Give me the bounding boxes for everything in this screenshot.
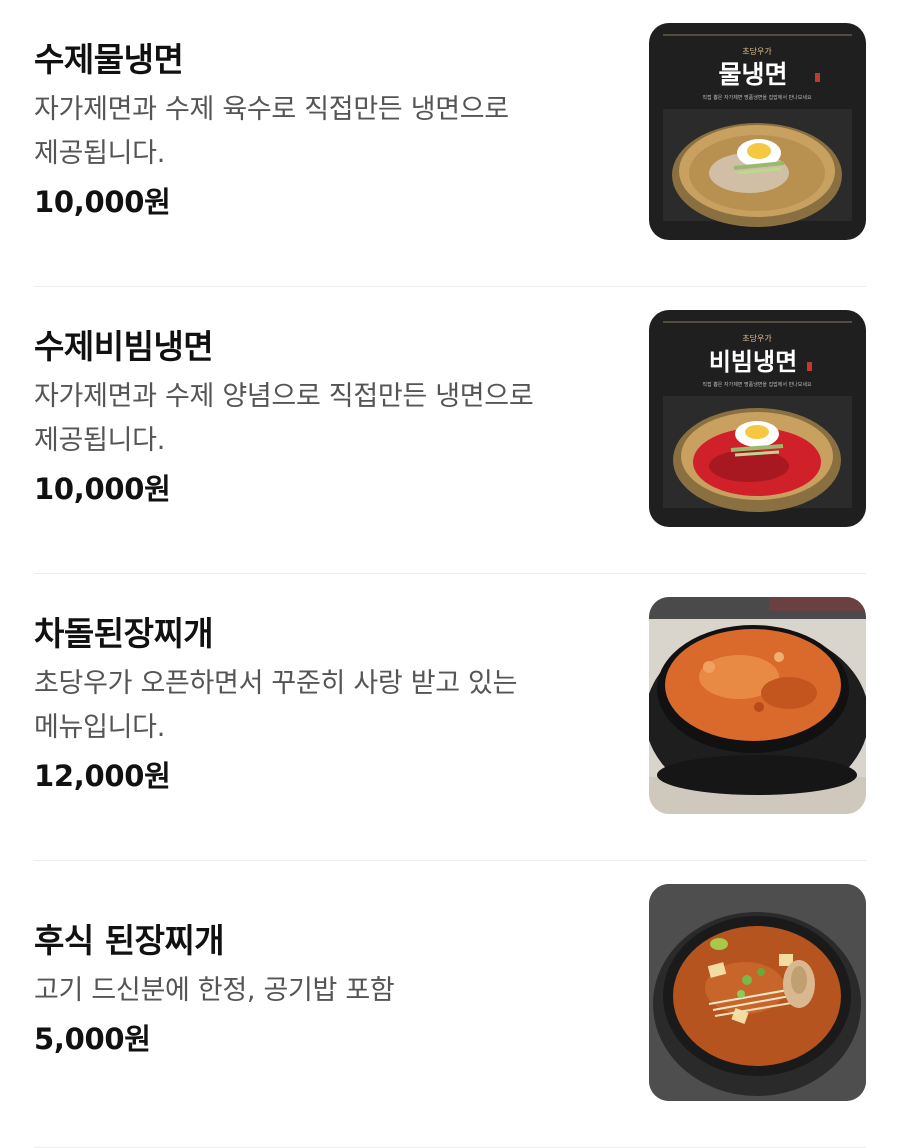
poster-title: 물냉면 [718,60,787,89]
menu-item-description: 자가제면과 수제 육수로 직접만든 냉면으로 제공됩니다. [34,94,509,169]
poster-brand: 초당우가 [742,46,772,56]
menu-item-photo[interactable]: 초당우가 물냉면 직접 뽑은 자가제면 명품냉면을 집밥에서 만나보세요 [649,23,866,240]
menu-item-photo[interactable] [649,597,866,814]
poster-caption: 직접 뽑은 자가제면 명품냉면을 집밥에서 만나보세요 [702,94,812,101]
menu-item-dessert-doenjang-jjigae[interactable]: 후식 된장찌개 고기 드신분에 한정, 공기밥 포함 5,000원 [34,861,866,1148]
menu-item-info: 후식 된장찌개 고기 드신분에 한정, 공기밥 포함 5,000원 [34,919,624,1061]
menu-item-name: 수제물냉면 [34,40,184,79]
menu-item-price: 12,000원 [34,759,171,793]
menu-item-price: 5,000원 [34,1022,151,1056]
menu-item-photo[interactable] [649,884,866,1101]
menu-item-info: 차돌된장찌개 초당우가 오픈하면서 꾸준히 사랑 받고 있는 메뉴입니다. 12… [34,612,624,798]
menu-item-price: 10,000원 [34,472,171,506]
menu-list: 수제물냉면 자가제면과 수제 육수로 직접만든 냉면으로 제공됩니다. 10,0… [0,0,900,1148]
menu-item-naengmyeon[interactable]: 수제물냉면 자가제면과 수제 육수로 직접만든 냉면으로 제공됩니다. 10,0… [34,0,866,287]
menu-item-name: 차돌된장찌개 [34,614,214,653]
menu-item-name: 후식 된장찌개 [34,921,225,960]
menu-item-description: 자가제면과 수제 양념으로 직접만든 냉면으로 제공됩니다. [34,381,534,456]
menu-item-photo[interactable]: 초당우가 비빔냉면 직접 뽑은 자가제면 명품냉면을 집밥에서 만나보세요 [649,310,866,527]
menu-item-info: 수제물냉면 자가제면과 수제 육수로 직접만든 냉면으로 제공됩니다. 10,0… [34,38,624,224]
menu-item-info: 수제비빔냉면 자가제면과 수제 양념으로 직접만든 냉면으로 제공됩니다. 10… [34,325,624,511]
poster-brand: 초당우가 [742,333,772,343]
menu-item-description: 고기 드신분에 한정, 공기밥 포함 [34,975,395,1006]
menu-item-bibim-naengmyeon[interactable]: 수제비빔냉면 자가제면과 수제 양념으로 직접만든 냉면으로 제공됩니다. 10… [34,287,866,574]
menu-item-description: 초당우가 오픈하면서 꾸준히 사랑 받고 있는 메뉴입니다. [34,668,518,743]
poster-caption: 직접 뽑은 자가제면 명품냉면을 집밥에서 만나보세요 [702,381,812,388]
poster-title: 비빔냉면 [709,348,797,376]
menu-item-name: 수제비빔냉면 [34,327,214,366]
menu-item-price: 10,000원 [34,185,171,219]
menu-item-chadol-doenjang-jjigae[interactable]: 차돌된장찌개 초당우가 오픈하면서 꾸준히 사랑 받고 있는 메뉴입니다. 12… [34,574,866,861]
